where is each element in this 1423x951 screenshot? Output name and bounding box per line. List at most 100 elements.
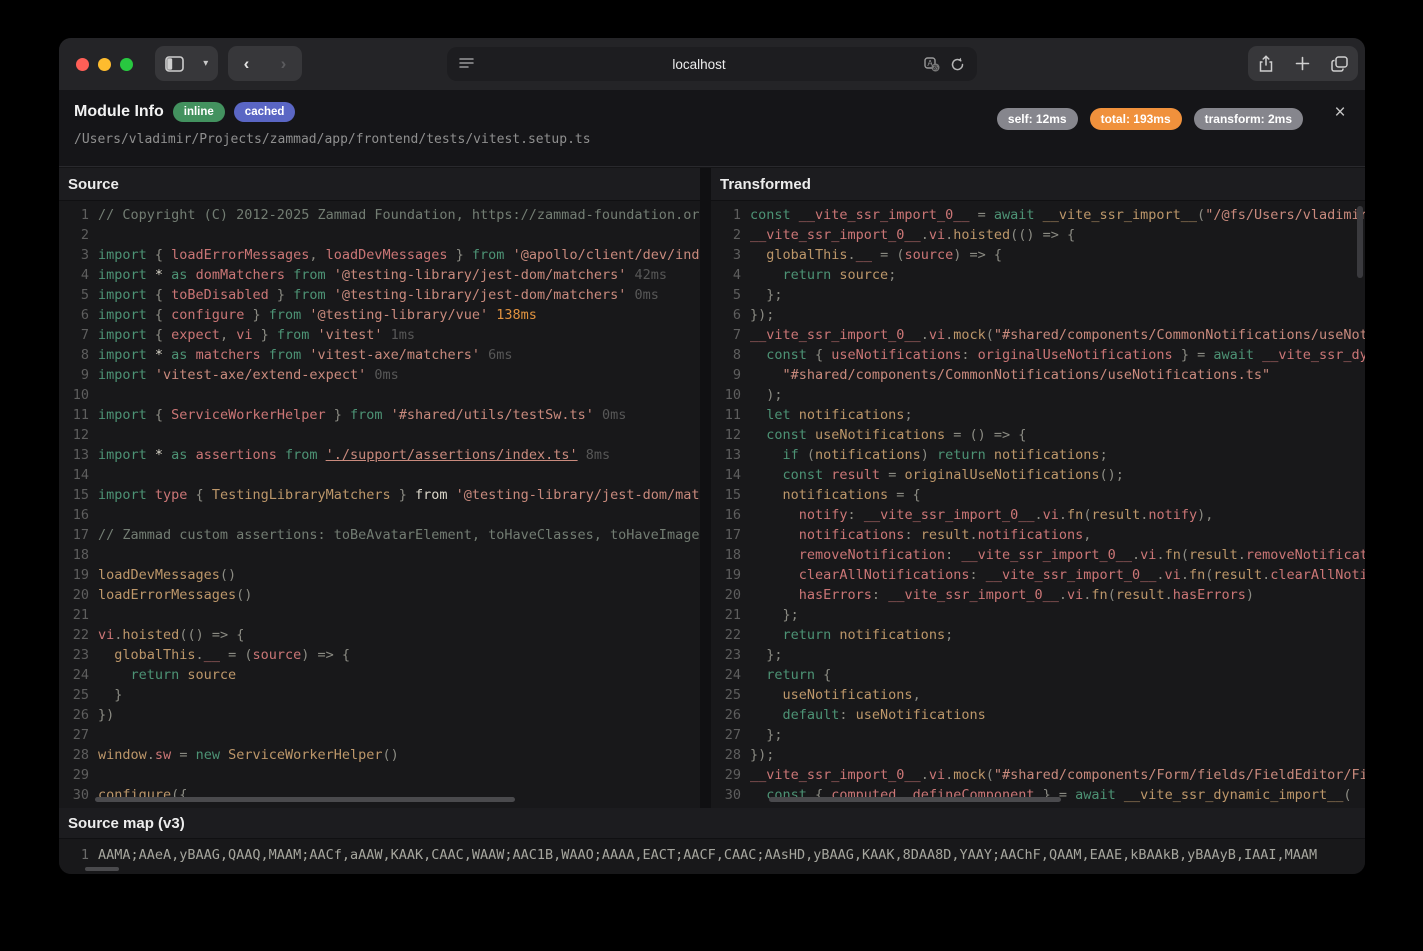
code-line: 7__vite_ssr_import_0__.vi.mock("#shared/… <box>711 325 1365 345</box>
code-line: 6}); <box>711 305 1365 325</box>
transformed-vertical-scrollbar[interactable] <box>1357 206 1363 278</box>
code-panels: Source 1// Copyright (C) 2012-2025 Zamma… <box>59 168 1365 808</box>
inline-badge: inline <box>173 102 225 122</box>
code-line: 27 }; <box>711 725 1365 745</box>
sourcemap-horizontal-scrollbar[interactable] <box>85 867 119 871</box>
code-line: 5 }; <box>711 285 1365 305</box>
sourcemap-line-number: 1 <box>59 845 98 865</box>
code-line: 22vi.hoisted(() => { <box>59 625 700 645</box>
code-line: 10 <box>59 385 700 405</box>
sourcemap-title: Source map (v3) <box>59 808 1365 839</box>
code-line: 19loadDevMessages() <box>59 565 700 585</box>
code-line: 8 const { useNotifications: originalUseN… <box>711 345 1365 365</box>
code-line: 19 clearAllNotifications: __vite_ssr_imp… <box>711 565 1365 585</box>
code-line: 18 <box>59 545 700 565</box>
file-link[interactable]: './support/assertions/index.ts' <box>326 447 578 463</box>
back-button[interactable]: ‹ <box>244 55 250 72</box>
code-line: 9 "#shared/components/CommonNotification… <box>711 365 1365 385</box>
address-bar[interactable]: localhost A あ <box>447 47 977 81</box>
zoom-window-button[interactable] <box>120 58 133 71</box>
reader-view-icon[interactable] <box>459 57 474 71</box>
code-line: 5import { toBeDisabled } from '@testing-… <box>59 285 700 305</box>
code-line: 11import { ServiceWorkerHelper } from '#… <box>59 405 700 425</box>
code-line: 9import 'vitest-axe/extend-expect' 0ms <box>59 365 700 385</box>
forward-button[interactable]: › <box>281 55 287 72</box>
module-file-path: /Users/vladimir/Projects/zammad/app/fron… <box>74 132 591 147</box>
code-line: 6import { configure } from '@testing-lib… <box>59 305 700 325</box>
sidebar-icon <box>165 56 184 72</box>
timing-badges: self: 12ms total: 193ms transform: 2ms <box>997 108 1303 130</box>
code-line: 29 <box>59 765 700 785</box>
code-line: 26}) <box>59 705 700 725</box>
code-line: 13 if (notifications) return notificatio… <box>711 445 1365 465</box>
code-line: 16 <box>59 505 700 525</box>
code-line: 4import * as domMatchers from '@testing-… <box>59 265 700 285</box>
page-title: Module Info <box>74 103 164 121</box>
code-line: 20 hasErrors: __vite_ssr_import_0__.vi.f… <box>711 585 1365 605</box>
sourcemap-section: Source map (v3) 1 AAMA;AAeA,yBAAG,QAAQ,M… <box>59 808 1365 874</box>
transformed-horizontal-scrollbar[interactable] <box>769 797 1061 802</box>
transformed-panel: Transformed 1const __vite_ssr_import_0__… <box>711 168 1365 808</box>
reload-icon[interactable] <box>950 57 965 72</box>
sourcemap-mappings: AAMA;AAeA,yBAAG,QAAQ,MAAM;AACf,aAAW,KAAK… <box>98 845 1317 865</box>
code-line: 8import * as matchers from 'vitest-axe/m… <box>59 345 700 365</box>
source-code: 1// Copyright (C) 2012-2025 Zammad Found… <box>59 201 700 805</box>
code-line: 26 default: useNotifications <box>711 705 1365 725</box>
share-icon[interactable] <box>1258 55 1274 73</box>
self-time-badge: self: 12ms <box>997 108 1078 130</box>
code-line: 12 const useNotifications = () => { <box>711 425 1365 445</box>
code-line: 28window.sw = new ServiceWorkerHelper() <box>59 745 700 765</box>
code-line: 25 useNotifications, <box>711 685 1365 705</box>
code-line: 17// Zammad custom assertions: toBeAvata… <box>59 525 700 545</box>
code-line: 18 removeNotification: __vite_ssr_import… <box>711 545 1365 565</box>
sidebar-toggle-button[interactable]: ▾ <box>155 46 218 81</box>
tab-overview-icon[interactable] <box>1331 56 1348 72</box>
code-line: 3 globalThis.__ = (source) => { <box>711 245 1365 265</box>
code-line: 13import * as assertions from './support… <box>59 445 700 465</box>
sourcemap-line: 1 AAMA;AAeA,yBAAG,QAAQ,MAAM;AACf,aAAW,KA… <box>59 845 1365 865</box>
code-line: 11 let notifications; <box>711 405 1365 425</box>
nav-buttons: ‹ › <box>228 46 302 81</box>
translate-icon[interactable]: A あ <box>924 57 940 72</box>
code-line: 15 notifications = { <box>711 485 1365 505</box>
code-line: 21 <box>59 605 700 625</box>
chevron-down-icon: ▾ <box>203 58 208 69</box>
toolbar-actions <box>1248 46 1358 81</box>
minimize-window-button[interactable] <box>98 58 111 71</box>
code-line: 14 <box>59 465 700 485</box>
code-line: 30configure({ <box>59 785 700 805</box>
code-line: 22 return notifications; <box>711 625 1365 645</box>
code-line: 1// Copyright (C) 2012-2025 Zammad Found… <box>59 205 700 225</box>
code-line: 30 const { computed, defineComponent } =… <box>711 785 1365 805</box>
code-line: 25 } <box>59 685 700 705</box>
code-line: 20loadErrorMessages() <box>59 585 700 605</box>
close-button[interactable]: × <box>1329 102 1351 124</box>
code-line: 21 }; <box>711 605 1365 625</box>
close-window-button[interactable] <box>76 58 89 71</box>
code-line: 23 globalThis.__ = (source) => { <box>59 645 700 665</box>
module-info-header: Module Info inline cached /Users/vladimi… <box>59 90 1365 167</box>
source-panel-title: Source <box>59 168 700 201</box>
browser-window: ▾ ‹ › localhost <box>59 38 1365 874</box>
transform-time-badge: transform: 2ms <box>1194 108 1303 130</box>
url-text: localhost <box>474 57 924 72</box>
cached-badge: cached <box>234 102 296 122</box>
code-line: 23 }; <box>711 645 1365 665</box>
code-line: 27 <box>59 725 700 745</box>
source-panel: Source 1// Copyright (C) 2012-2025 Zamma… <box>59 168 700 808</box>
code-line: 2 <box>59 225 700 245</box>
svg-text:あ: あ <box>932 65 938 72</box>
code-line: 29__vite_ssr_import_0__.vi.mock("#shared… <box>711 765 1365 785</box>
code-line: 1const __vite_ssr_import_0__ = await __v… <box>711 205 1365 225</box>
screen: ▾ ‹ › localhost <box>0 0 1423 951</box>
code-line: 16 notify: __vite_ssr_import_0__.vi.fn(r… <box>711 505 1365 525</box>
new-tab-icon[interactable] <box>1295 56 1310 71</box>
total-time-badge: total: 193ms <box>1090 108 1182 130</box>
code-line: 2__vite_ssr_import_0__.vi.hoisted(() => … <box>711 225 1365 245</box>
source-horizontal-scrollbar[interactable] <box>95 797 515 802</box>
code-line: 15import type { TestingLibraryMatchers }… <box>59 485 700 505</box>
code-line: 4 return source; <box>711 265 1365 285</box>
code-line: 12 <box>59 425 700 445</box>
code-line: 14 const result = originalUseNotificatio… <box>711 465 1365 485</box>
code-line: 24 return source <box>59 665 700 685</box>
